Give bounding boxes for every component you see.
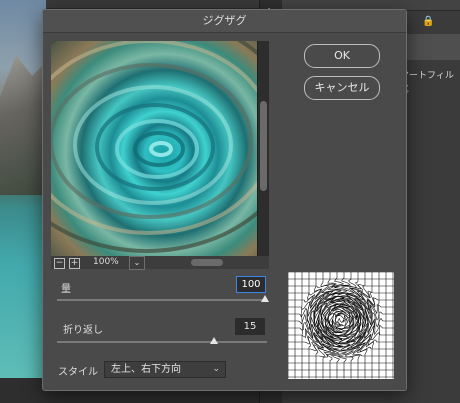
style-select[interactable]: 左上、右下方向 ⌄	[104, 361, 226, 378]
zoom-level: 100%	[93, 257, 119, 267]
chevron-down-icon: ⌄	[212, 364, 220, 374]
distortion-grid-preview	[287, 271, 395, 379]
dialog-title: ジグザグ	[43, 10, 406, 33]
ridges-field[interactable]: 15	[235, 318, 265, 335]
style-label: スタイル	[58, 367, 98, 378]
ridges-slider-handle[interactable]	[210, 337, 218, 344]
canvas-image	[0, 0, 46, 378]
ridges-label: 折り返し	[63, 325, 103, 336]
cancel-button[interactable]: キャンセル	[304, 76, 380, 100]
style-select-value: 左上、右下方向	[111, 364, 181, 375]
zoom-out-button[interactable]: −	[54, 258, 65, 269]
preview-hscrollbar[interactable]	[191, 259, 223, 266]
preview-area	[51, 41, 269, 256]
amount-slider[interactable]	[57, 299, 267, 301]
ridges-slider[interactable]	[57, 341, 267, 343]
preview-vscrollbar[interactable]	[258, 41, 269, 256]
zoom-bar: − + 100% ⌄	[51, 256, 269, 270]
lock-icon[interactable]: 🔒	[422, 16, 434, 27]
amount-slider-handle[interactable]	[261, 295, 269, 302]
zoom-in-button[interactable]: +	[69, 258, 80, 269]
ok-button[interactable]: OK	[304, 44, 380, 68]
preview-image[interactable]	[51, 41, 257, 256]
amount-label: 量	[61, 284, 71, 295]
zigzag-dialog: ジグザグ − + 100% ⌄ OK キャンセル 量 100 折り返し 15 ス…	[42, 9, 407, 391]
amount-field[interactable]: 100	[236, 276, 266, 293]
zigzag-rings	[51, 41, 257, 253]
distortion-grid-graphic	[287, 271, 395, 379]
zoom-dropdown[interactable]: ⌄	[129, 256, 145, 270]
